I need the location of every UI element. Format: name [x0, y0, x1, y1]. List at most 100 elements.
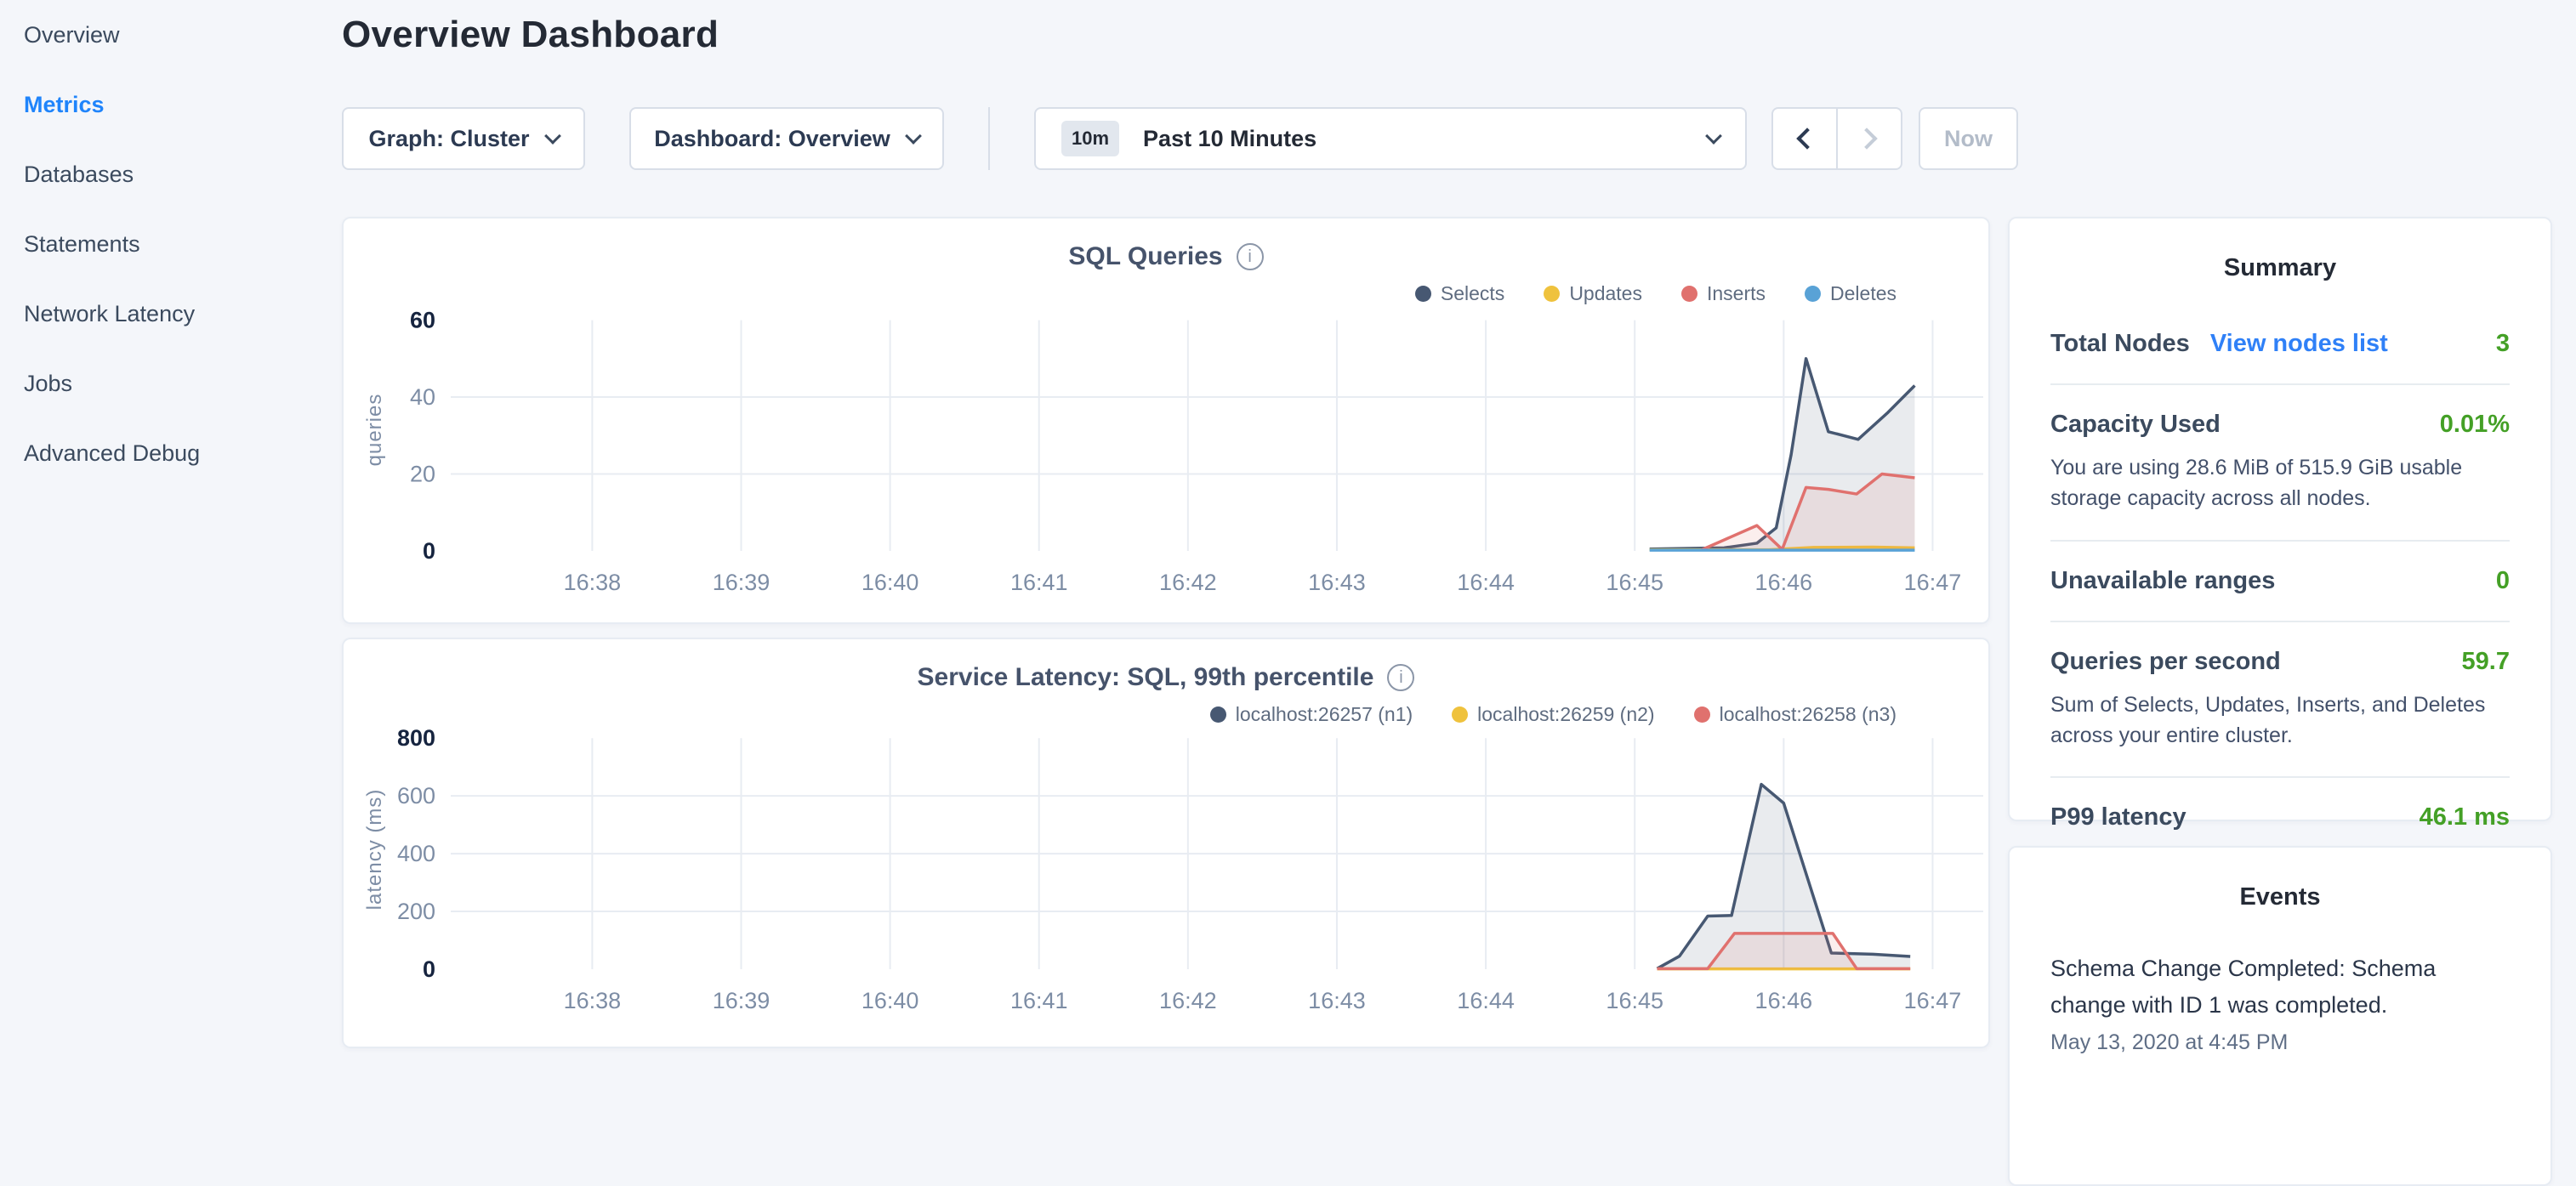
summary-row-capacity-used: Capacity Used 0.01% You are using 28.6 M…	[2050, 383, 2510, 540]
svg-text:400: 400	[397, 841, 435, 866]
legend-item[interactable]: localhost:26258 (n3)	[1694, 703, 1896, 726]
svg-text:16:45: 16:45	[1606, 988, 1663, 1013]
summary-label: Queries per second	[2050, 648, 2281, 676]
svg-text:40: 40	[410, 384, 435, 410]
svg-text:16:42: 16:42	[1159, 570, 1217, 595]
summary-panel: Summary Total Nodes View nodes list 3 Ca…	[2008, 217, 2552, 821]
legend-label: Selects	[1441, 282, 1504, 305]
legend-dot-icon	[1210, 706, 1226, 723]
legend-label: localhost:26259 (n2)	[1477, 703, 1654, 726]
controls-divider	[988, 107, 990, 170]
sidebar-item-advanced-debug[interactable]: Advanced Debug	[0, 418, 342, 488]
summary-title: Summary	[2050, 254, 2510, 282]
service-latency-plot[interactable]: 16:3816:3916:4016:4116:4216:4316:4416:45…	[344, 729, 1988, 1026]
sidebar-item-network-latency[interactable]: Network Latency	[0, 279, 342, 349]
time-range-badge: 10m	[1061, 121, 1119, 156]
legend-dot-icon	[1415, 286, 1431, 302]
svg-text:20: 20	[410, 462, 435, 487]
legend-item[interactable]: localhost:26259 (n2)	[1452, 703, 1654, 726]
summary-label: Unavailable ranges	[2050, 567, 2275, 595]
summary-value: 0	[2496, 567, 2510, 595]
legend-dot-icon	[1452, 706, 1468, 723]
info-icon[interactable]	[1387, 664, 1414, 691]
svg-text:60: 60	[410, 309, 435, 333]
svg-text:16:40: 16:40	[862, 570, 919, 595]
svg-text:16:39: 16:39	[713, 570, 771, 595]
chevron-down-icon	[905, 128, 922, 145]
info-icon[interactable]	[1237, 243, 1264, 270]
legend-dot-icon	[1694, 706, 1710, 723]
svg-text:16:38: 16:38	[564, 570, 622, 595]
svg-text:16:43: 16:43	[1308, 570, 1366, 595]
svg-text:0: 0	[423, 538, 435, 564]
legend-label: Inserts	[1707, 282, 1766, 305]
legend-label: Deletes	[1830, 282, 1896, 305]
chart-svg: 16:3816:3916:4016:4116:4216:4316:4416:45…	[344, 729, 1990, 1022]
svg-text:16:47: 16:47	[1904, 570, 1962, 595]
sidebar-item-overview[interactable]: Overview	[0, 0, 342, 70]
legend-item[interactable]: Deletes	[1805, 282, 1896, 305]
time-prev-button[interactable]	[1773, 109, 1836, 168]
content-row: SQL Queries Selects Updates Inserts Deletes…	[342, 217, 2576, 1186]
legend-label: localhost:26257 (n1)	[1236, 703, 1413, 726]
svg-text:16:47: 16:47	[1904, 988, 1962, 1013]
sidebar-item-statements[interactable]: Statements	[0, 209, 342, 279]
svg-text:200: 200	[397, 899, 435, 924]
time-range-dropdown[interactable]: 10m Past 10 Minutes	[1034, 107, 1747, 170]
legend-label: Updates	[1569, 282, 1642, 305]
chevron-right-icon	[1856, 128, 1877, 149]
summary-row-queries-per-second: Queries per second 59.7 Sum of Selects, …	[2050, 621, 2510, 777]
legend-item[interactable]: Selects	[1415, 282, 1504, 305]
view-nodes-list-link[interactable]: View nodes list	[2210, 330, 2388, 358]
summary-label: Total Nodes	[2050, 330, 2190, 358]
chart-title-row: SQL Queries	[344, 241, 1988, 273]
svg-text:0: 0	[423, 956, 435, 982]
legend-dot-icon	[1681, 286, 1697, 302]
summary-description: You are using 28.6 MiB of 515.9 GiB usab…	[2050, 452, 2510, 514]
events-title: Events	[2050, 883, 2510, 911]
sidebar-item-metrics[interactable]: Metrics	[0, 70, 342, 139]
main-content: Overview Dashboard Graph: Cluster Dashbo…	[342, 0, 2576, 1186]
events-panel: Events Schema Change Completed: Schema c…	[2008, 846, 2552, 1186]
svg-text:16:38: 16:38	[564, 988, 622, 1013]
dashboard-dropdown[interactable]: Dashboard: Overview	[629, 107, 944, 170]
chart-title: Service Latency: SQL, 99th percentile	[918, 663, 1374, 692]
legend-item[interactable]: Inserts	[1681, 282, 1766, 305]
svg-text:16:44: 16:44	[1457, 988, 1515, 1013]
summary-row-total-nodes: Total Nodes View nodes list 3	[2050, 304, 2510, 383]
legend-dot-icon	[1805, 286, 1821, 302]
page-title: Overview Dashboard	[342, 14, 2576, 56]
svg-text:16:46: 16:46	[1755, 570, 1813, 595]
dashboard-controls: Graph: Cluster Dashboard: Overview 10m P…	[342, 107, 2576, 170]
graph-dropdown[interactable]: Graph: Cluster	[342, 107, 585, 170]
chart-title: SQL Queries	[1068, 242, 1222, 271]
graph-dropdown-label: Graph: Cluster	[368, 126, 529, 152]
svg-text:16:46: 16:46	[1755, 988, 1813, 1013]
left-nav: Overview Metrics Databases Statements Ne…	[0, 0, 342, 1051]
sidebar-item-jobs[interactable]: Jobs	[0, 349, 342, 418]
legend-item[interactable]: Updates	[1544, 282, 1642, 305]
right-column: Summary Total Nodes View nodes list 3 Ca…	[2008, 217, 2552, 1186]
chart-legend: Selects Updates Inserts Deletes	[344, 280, 1988, 307]
svg-text:16:44: 16:44	[1457, 570, 1515, 595]
summary-row-unavailable-ranges: Unavailable ranges 0	[2050, 540, 2510, 621]
summary-rows: Total Nodes View nodes list 3 Capacity U…	[2050, 304, 2510, 857]
now-button[interactable]: Now	[1919, 107, 2018, 170]
chevron-left-icon	[1796, 128, 1817, 149]
svg-text:16:39: 16:39	[713, 988, 771, 1013]
legend-label: localhost:26258 (n3)	[1720, 703, 1896, 726]
legend-item[interactable]: localhost:26257 (n1)	[1210, 703, 1413, 726]
legend-dot-icon	[1544, 286, 1560, 302]
sql-queries-chart-card: SQL Queries Selects Updates Inserts Deletes…	[342, 217, 1990, 624]
sql-queries-plot[interactable]: 16:3816:3916:4016:4116:4216:4316:4416:45…	[344, 309, 1988, 605]
summary-label: Capacity Used	[2050, 411, 2221, 439]
svg-text:latency (ms): latency (ms)	[363, 789, 386, 911]
svg-text:16:41: 16:41	[1010, 988, 1068, 1013]
summary-label: P99 latency	[2050, 803, 2186, 831]
svg-text:16:40: 16:40	[862, 988, 919, 1013]
event-list-item[interactable]: Schema Change Completed: Schema change w…	[2050, 951, 2510, 1055]
sidebar-item-databases[interactable]: Databases	[0, 139, 342, 209]
time-next-button[interactable]	[1836, 109, 1901, 168]
time-pager	[1771, 107, 1902, 170]
summary-description: Sum of Selects, Updates, Inserts, and De…	[2050, 689, 2510, 752]
